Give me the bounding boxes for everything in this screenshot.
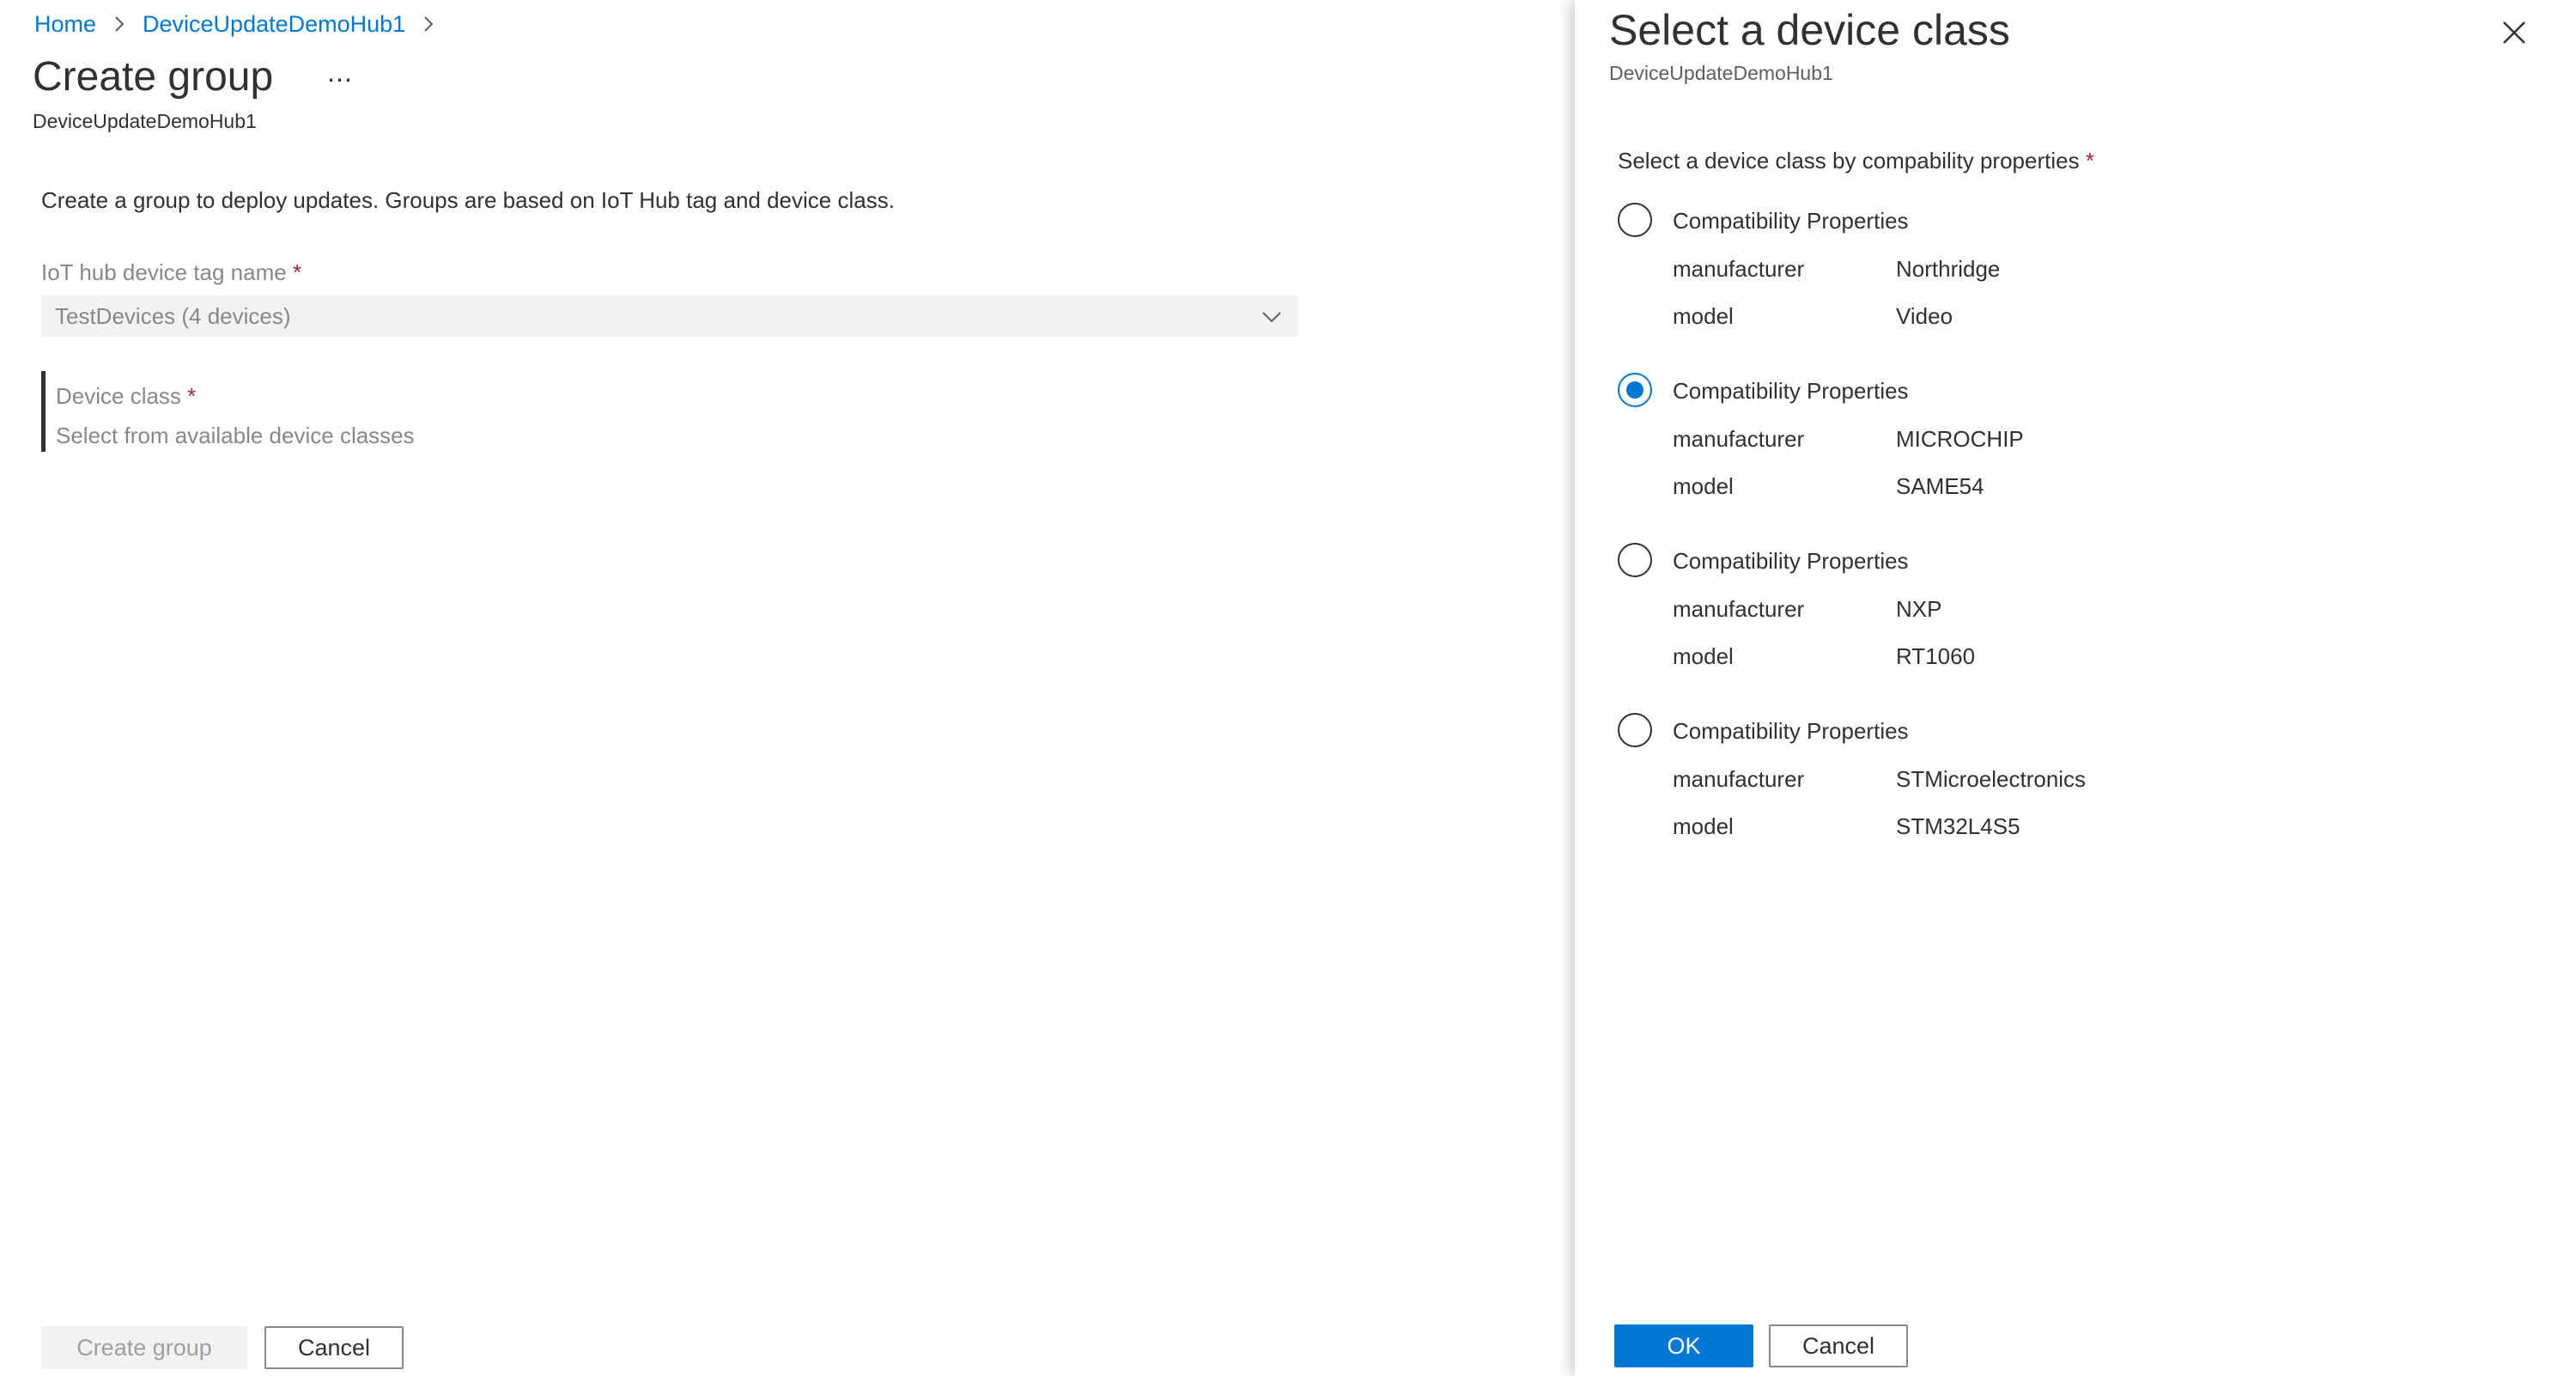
manufacturer-value: MICROCHIP bbox=[1896, 426, 2024, 452]
required-marker: * bbox=[292, 259, 302, 285]
tag-name-label-text: IoT hub device tag name bbox=[41, 259, 287, 285]
option-title: Compatibility Properties bbox=[1673, 718, 1909, 744]
device-class-label: Device class * bbox=[56, 383, 196, 410]
page-subtitle: DeviceUpdateDemoHub1 bbox=[33, 110, 257, 132]
model-value: SAME54 bbox=[1896, 473, 1984, 499]
manufacturer-key: manufacturer bbox=[1673, 766, 1805, 792]
tag-name-label: IoT hub device tag name * bbox=[41, 259, 301, 286]
device-class-label-text: Device class bbox=[56, 383, 181, 409]
tag-name-value: TestDevices (4 devices) bbox=[55, 302, 291, 329]
chevron-right-icon bbox=[424, 16, 434, 32]
device-class-indicator bbox=[41, 371, 46, 452]
breadcrumb: Home DeviceUpdateDemoHub1 bbox=[34, 9, 452, 40]
model-value: RT1060 bbox=[1896, 643, 1976, 669]
cancel-button[interactable]: Cancel bbox=[264, 1326, 404, 1369]
chevron-down-icon bbox=[1262, 312, 1281, 323]
option-title: Compatibility Properties bbox=[1673, 208, 1909, 234]
manufacturer-key: manufacturer bbox=[1673, 596, 1805, 622]
model-key: model bbox=[1673, 303, 1734, 329]
select-device-class-panel: Select a device class DeviceUpdateDemoHu… bbox=[1575, 0, 2576, 1376]
ok-button[interactable]: OK bbox=[1614, 1324, 1753, 1367]
device-class-selector[interactable]: Select from available device classes bbox=[56, 423, 415, 449]
page-title: Create group bbox=[33, 54, 274, 100]
close-icon[interactable] bbox=[2499, 17, 2530, 48]
device-class-option[interactable]: Compatibility Properties manufacturer No… bbox=[1618, 203, 2476, 357]
device-class-option[interactable]: Compatibility Properties manufacturer NX… bbox=[1618, 543, 2476, 697]
manufacturer-key: manufacturer bbox=[1673, 256, 1805, 282]
page-description: Create a group to deploy updates. Groups… bbox=[41, 187, 895, 213]
required-marker: * bbox=[187, 383, 197, 409]
panel-title: Select a device class bbox=[1609, 6, 2010, 54]
tag-name-dropdown[interactable]: TestDevices (4 devices) bbox=[41, 295, 1298, 337]
required-marker: * bbox=[2085, 148, 2094, 174]
panel-cancel-button[interactable]: Cancel bbox=[1769, 1324, 1908, 1367]
option-title: Compatibility Properties bbox=[1673, 378, 1909, 404]
device-class-option[interactable]: Compatibility Properties manufacturer MI… bbox=[1618, 373, 2476, 527]
more-options-button[interactable]: ... bbox=[319, 58, 361, 96]
option-title: Compatibility Properties bbox=[1673, 548, 1909, 574]
device-class-option[interactable]: Compatibility Properties manufacturer ST… bbox=[1618, 713, 2476, 868]
radio-button-selected[interactable] bbox=[1618, 373, 1652, 407]
chevron-right-icon bbox=[115, 16, 125, 32]
model-value: Video bbox=[1896, 303, 1953, 329]
manufacturer-value: Northridge bbox=[1896, 256, 2001, 282]
device-class-prompt: Select a device class by compability pro… bbox=[1618, 148, 2094, 174]
radio-button[interactable] bbox=[1618, 203, 1652, 237]
model-value: STM32L4S5 bbox=[1896, 813, 2020, 839]
create-group-blade: Home DeviceUpdateDemoHub1 Create group .… bbox=[0, 0, 1575, 1376]
manufacturer-value: NXP bbox=[1896, 596, 1942, 622]
model-key: model bbox=[1673, 643, 1734, 669]
panel-subtitle: DeviceUpdateDemoHub1 bbox=[1609, 62, 1833, 84]
radio-button[interactable] bbox=[1618, 543, 1652, 577]
prompt-text: Select a device class by compability pro… bbox=[1618, 148, 2080, 174]
breadcrumb-hub-link[interactable]: DeviceUpdateDemoHub1 bbox=[143, 11, 405, 38]
model-key: model bbox=[1673, 813, 1734, 839]
model-key: model bbox=[1673, 473, 1734, 499]
create-group-button[interactable]: Create group bbox=[41, 1326, 247, 1369]
manufacturer-value: STMicroelectronics bbox=[1896, 766, 2087, 792]
breadcrumb-home-link[interactable]: Home bbox=[34, 11, 96, 38]
manufacturer-key: manufacturer bbox=[1673, 426, 1805, 452]
radio-button[interactable] bbox=[1618, 713, 1652, 747]
